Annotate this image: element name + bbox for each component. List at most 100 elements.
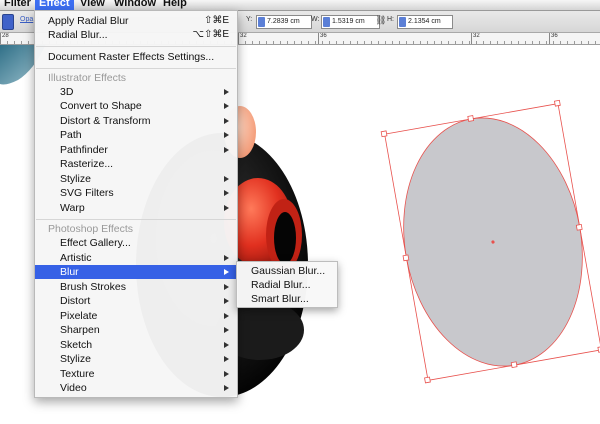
- w-field[interactable]: 1.5319 cm: [321, 15, 380, 29]
- menu-item-sketch[interactable]: Sketch: [35, 338, 237, 352]
- ruler-tick: [0, 33, 1, 44]
- menu-item-label: Artistic: [60, 252, 92, 264]
- menu-item-artistic[interactable]: Artistic: [35, 251, 237, 265]
- h-stepper-icon[interactable]: [399, 17, 406, 27]
- blur-submenu: Gaussian Blur... Radial Blur... Smart Bl…: [236, 261, 338, 308]
- submenu-arrow-icon: [224, 342, 229, 348]
- resize-handle[interactable]: [575, 223, 583, 231]
- menu-item-svg-filters[interactable]: SVG Filters: [35, 186, 237, 200]
- menu-item-brush-strokes[interactable]: Brush Strokes: [35, 280, 237, 294]
- submenu-arrow-icon: [224, 89, 229, 95]
- y-value: 7.2839 cm: [267, 18, 300, 25]
- y-field[interactable]: 7.2839 cm: [256, 15, 312, 29]
- menu-separator: [36, 46, 236, 47]
- menu-item-label: Path: [60, 129, 82, 141]
- w-label: W:: [311, 16, 320, 23]
- menu-item-effect-gallery[interactable]: Effect Gallery...: [35, 236, 237, 250]
- submenu-arrow-icon: [224, 132, 229, 138]
- resize-handle[interactable]: [554, 99, 561, 107]
- fill-swatch-icon[interactable]: [2, 14, 14, 30]
- menu-item-stylize-photoshop[interactable]: Stylize: [35, 352, 237, 366]
- menu-item-texture[interactable]: Texture: [35, 367, 237, 381]
- menu-item-label: Texture: [60, 368, 95, 380]
- menu-item-pixelate[interactable]: Pixelate: [35, 309, 237, 323]
- resize-handle[interactable]: [380, 130, 388, 138]
- resize-handle[interactable]: [510, 361, 518, 369]
- ruler-number: 28: [2, 33, 9, 39]
- menu-item-label: Radial Blur...: [48, 29, 108, 41]
- menu-item-label: Distort: [60, 295, 91, 307]
- menu-item-convert-to-shape[interactable]: Convert to Shape: [35, 99, 237, 113]
- selected-ellipse-group[interactable]: [380, 99, 600, 384]
- submenu-arrow-icon: [224, 103, 229, 109]
- menu-item-pathfinder[interactable]: Pathfinder: [35, 143, 237, 157]
- submenu-arrow-icon: [224, 190, 229, 196]
- menu-separator: [36, 219, 236, 220]
- menu-item-label: Convert to Shape: [60, 100, 142, 112]
- opacity-link[interactable]: Opa: [20, 16, 33, 23]
- menu-window[interactable]: Window: [110, 0, 160, 10]
- menu-item-raster-settings[interactable]: Document Raster Effects Settings...: [35, 50, 237, 64]
- menu-item-distort-transform[interactable]: Distort & Transform: [35, 114, 237, 128]
- menu-item-stylize-illustrator[interactable]: Stylize: [35, 172, 237, 186]
- submenu-item-label: Radial Blur...: [251, 279, 311, 291]
- menu-filter[interactable]: Filter: [0, 0, 35, 10]
- menu-help[interactable]: Help: [159, 0, 191, 10]
- menu-item-shortcut: ⇧⌘E: [203, 15, 229, 26]
- menu-item-apply-last-effect[interactable]: Apply Radial Blur ⇧⌘E: [35, 14, 237, 28]
- menu-item-label: Stylize: [60, 173, 91, 185]
- menu-item-label: Distort & Transform: [60, 115, 151, 127]
- submenu-arrow-icon: [224, 385, 229, 391]
- submenu-arrow-icon: [224, 298, 229, 304]
- resize-handle[interactable]: [424, 376, 431, 384]
- submenu-arrow-icon: [224, 118, 229, 124]
- submenu-item-gaussian-blur[interactable]: Gaussian Blur...: [237, 264, 337, 278]
- submenu-arrow-icon: [224, 371, 229, 377]
- menu-item-3d[interactable]: 3D: [35, 85, 237, 99]
- menu-item-label: SVG Filters: [60, 187, 114, 199]
- menu-item-label: Brush Strokes: [60, 281, 126, 293]
- menu-item-warp[interactable]: Warp: [35, 201, 237, 215]
- menu-item-label: Document Raster Effects Settings...: [48, 51, 215, 63]
- menu-header-label: Photoshop Effects: [48, 223, 134, 235]
- ruler-tick: [471, 33, 472, 44]
- menu-item-distort[interactable]: Distort: [35, 294, 237, 308]
- menu-item-last-effect[interactable]: Radial Blur... ⌥⇧⌘E: [35, 28, 237, 42]
- submenu-item-smart-blur[interactable]: Smart Blur...: [237, 292, 337, 306]
- w-value: 1.5319 cm: [332, 18, 365, 25]
- menu-item-label: Apply Radial Blur: [48, 15, 129, 27]
- submenu-arrow-icon: [224, 284, 229, 290]
- menu-item-rasterize[interactable]: Rasterize...: [35, 157, 237, 171]
- menu-view[interactable]: View: [76, 0, 109, 10]
- submenu-item-radial-blur[interactable]: Radial Blur...: [237, 278, 337, 292]
- effect-menu: Apply Radial Blur ⇧⌘E Radial Blur... ⌥⇧⌘…: [34, 10, 238, 398]
- submenu-arrow-icon: [224, 356, 229, 362]
- h-label: H:: [387, 16, 394, 23]
- ruler-number: 32: [473, 33, 480, 39]
- menu-header-photoshop: Photoshop Effects: [35, 222, 237, 236]
- resize-handle[interactable]: [467, 115, 475, 122]
- menu-item-label: Effect Gallery...: [60, 237, 131, 249]
- ruler-tick: [238, 33, 239, 44]
- ruler-number: 32: [240, 33, 247, 39]
- y-stepper-icon[interactable]: [258, 17, 265, 27]
- submenu-arrow-icon: [224, 176, 229, 182]
- resize-handle[interactable]: [402, 254, 410, 262]
- menu-effect[interactable]: Effect: [35, 0, 74, 10]
- ruler-tick: [318, 33, 319, 44]
- menu-item-path[interactable]: Path: [35, 128, 237, 142]
- ruler-tick: [549, 33, 550, 44]
- menu-item-label: Pathfinder: [60, 144, 108, 156]
- menu-item-video[interactable]: Video: [35, 381, 237, 395]
- y-label: Y:: [246, 16, 253, 23]
- constrain-proportions-icon[interactable]: ⛓: [375, 15, 386, 26]
- submenu-arrow-icon: [224, 269, 229, 275]
- submenu-arrow-icon: [224, 313, 229, 319]
- submenu-arrow-icon: [224, 147, 229, 153]
- w-stepper-icon[interactable]: [323, 17, 330, 27]
- menu-item-sharpen[interactable]: Sharpen: [35, 323, 237, 337]
- h-field[interactable]: 2.1354 cm: [397, 15, 453, 29]
- menu-header-label: Illustrator Effects: [48, 72, 127, 84]
- menu-item-blur[interactable]: Blur: [35, 265, 237, 279]
- menu-item-label: Sharpen: [60, 324, 100, 336]
